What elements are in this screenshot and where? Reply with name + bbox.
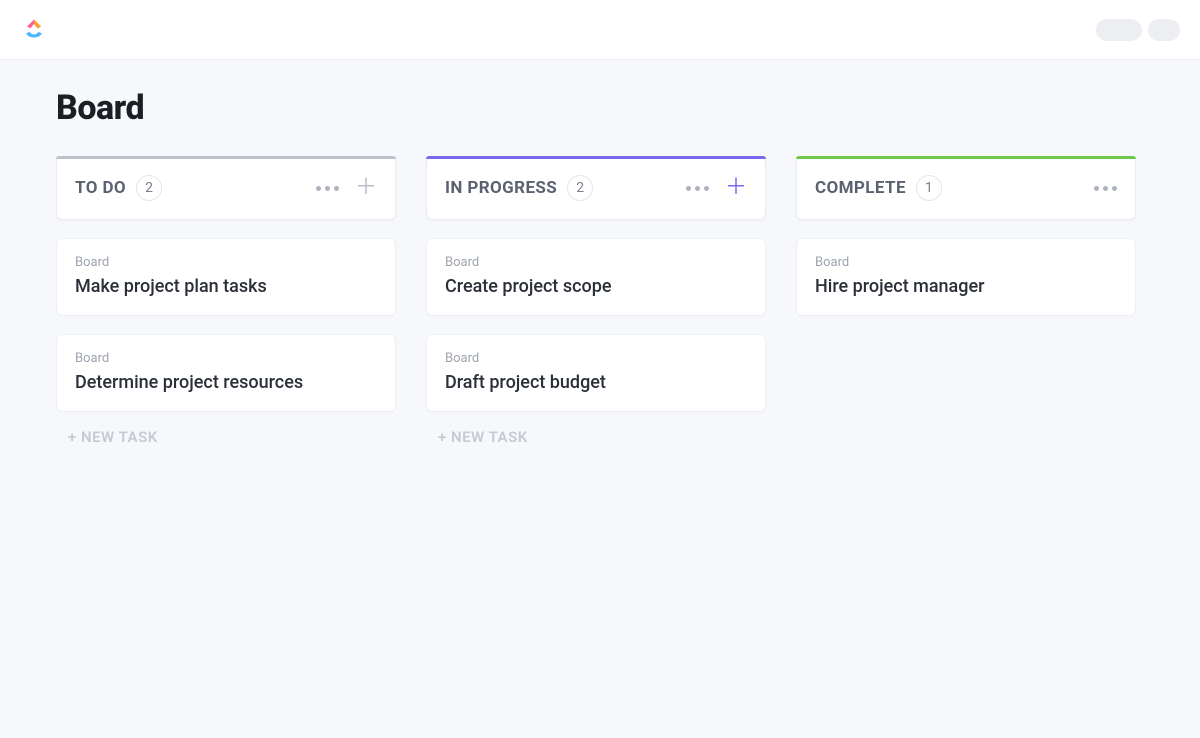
column-count-badge: 2: [567, 175, 593, 201]
column-title: COMPLETE: [815, 178, 906, 198]
page-title: Board: [56, 88, 1160, 128]
task-card[interactable]: Board Hire project manager: [796, 238, 1136, 316]
top-bar-right: [1096, 19, 1180, 41]
top-bar: [0, 0, 1200, 60]
task-title: Draft project budget: [445, 372, 747, 393]
task-card[interactable]: Board Determine project resources: [56, 334, 396, 412]
column-count-badge: 2: [136, 175, 162, 201]
more-icon[interactable]: [1094, 186, 1117, 191]
topbar-pill-button-2[interactable]: [1148, 19, 1180, 41]
task-title: Create project scope: [445, 276, 747, 297]
column-title: IN PROGRESS: [445, 178, 557, 198]
task-breadcrumb: Board: [445, 255, 747, 270]
more-icon[interactable]: [316, 186, 339, 191]
new-task-button[interactable]: + NEW TASK: [56, 428, 396, 446]
task-breadcrumb: Board: [75, 255, 377, 270]
add-task-icon[interactable]: ＋: [355, 177, 377, 199]
board-columns: TO DO 2 ＋ Board Make project plan tasks …: [56, 156, 1160, 446]
add-task-icon[interactable]: ＋: [725, 177, 747, 199]
new-task-button[interactable]: + NEW TASK: [426, 428, 766, 446]
task-title: Make project plan tasks: [75, 276, 377, 297]
column-header-in-progress: IN PROGRESS 2 ＋: [426, 156, 766, 220]
task-card[interactable]: Board Draft project budget: [426, 334, 766, 412]
task-card[interactable]: Board Make project plan tasks: [56, 238, 396, 316]
task-breadcrumb: Board: [75, 351, 377, 366]
main-area: Board TO DO 2 ＋ Board Make project plan …: [0, 60, 1200, 738]
more-icon[interactable]: [686, 186, 709, 191]
column-title: TO DO: [75, 178, 126, 198]
task-card[interactable]: Board Create project scope: [426, 238, 766, 316]
task-title: Hire project manager: [815, 276, 1117, 297]
column-todo: TO DO 2 ＋ Board Make project plan tasks …: [56, 156, 396, 446]
column-header-todo: TO DO 2 ＋: [56, 156, 396, 220]
column-header-complete: COMPLETE 1: [796, 156, 1136, 220]
task-breadcrumb: Board: [815, 255, 1117, 270]
column-in-progress: IN PROGRESS 2 ＋ Board Create project sco…: [426, 156, 766, 446]
topbar-pill-button-1[interactable]: [1096, 19, 1142, 41]
task-title: Determine project resources: [75, 372, 377, 393]
column-count-badge: 1: [916, 175, 942, 201]
app-logo-icon: [20, 16, 48, 44]
task-breadcrumb: Board: [445, 351, 747, 366]
column-complete: COMPLETE 1 Board Hire project manager: [796, 156, 1136, 316]
